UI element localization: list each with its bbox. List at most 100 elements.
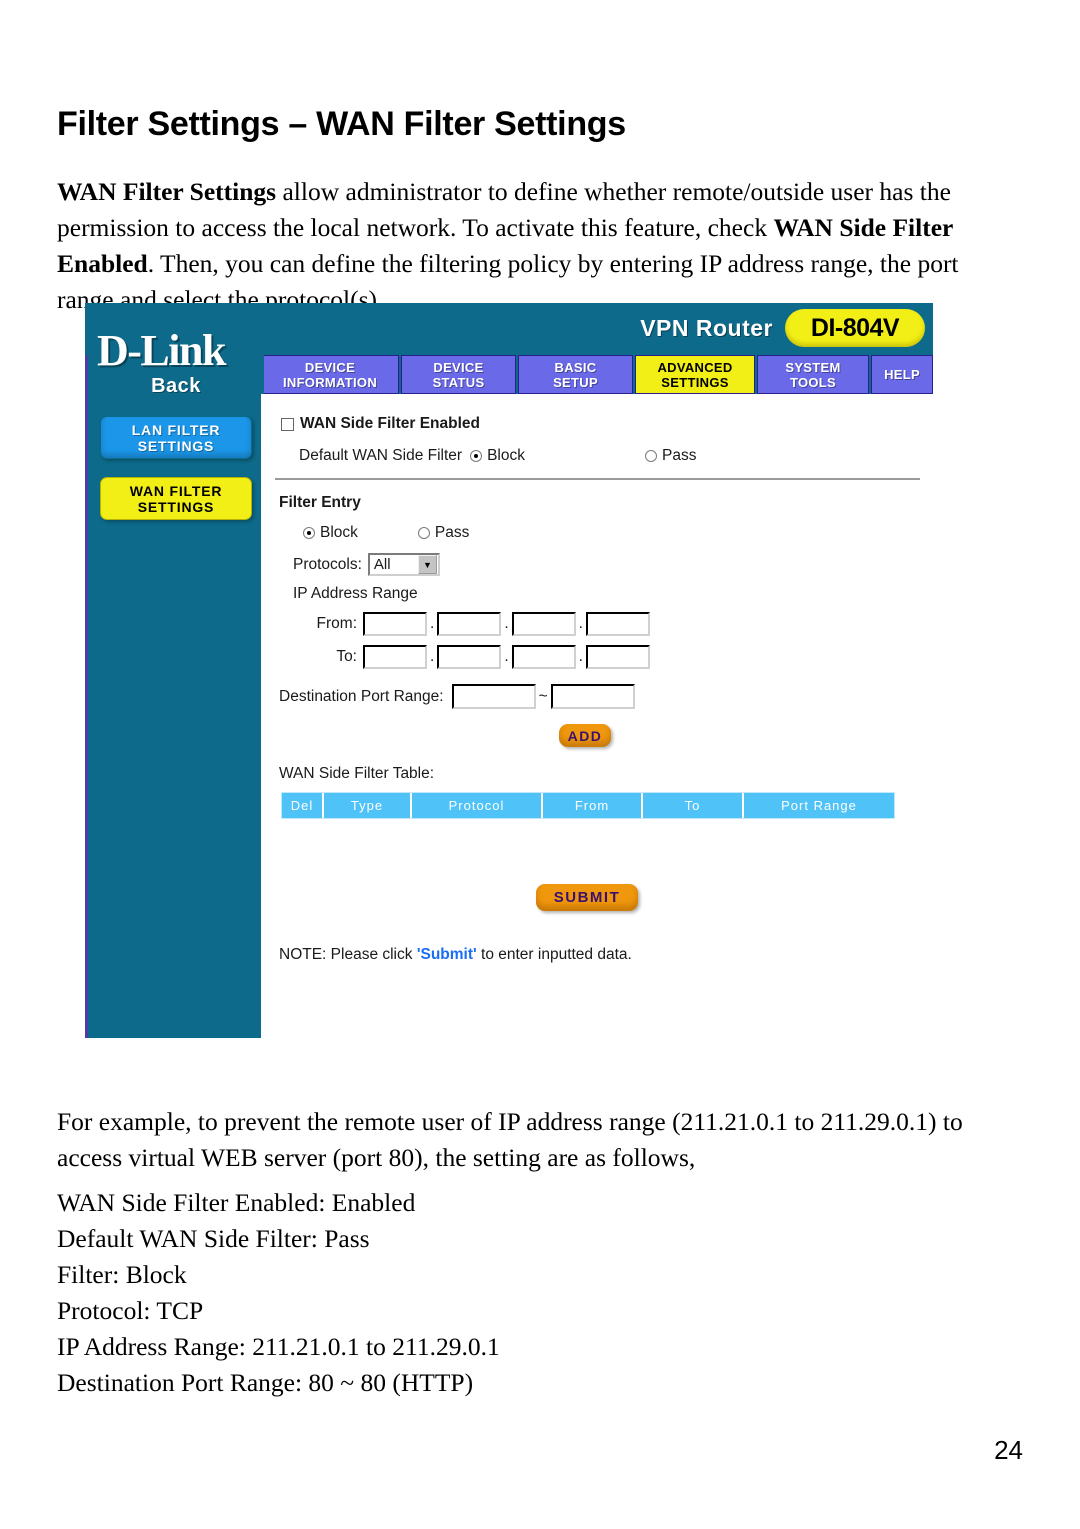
chevron-down-icon: ▼ bbox=[417, 555, 437, 574]
ip-from-dot-2: . bbox=[504, 615, 509, 632]
left-sidebar: Back LAN FILTER SETTINGS WAN FILTER SETT… bbox=[85, 355, 264, 1038]
main-navigation-bar: DEVICE INFORMATION DEVICE STATUS BASIC S… bbox=[261, 355, 933, 394]
table-header-protocol: Protocol bbox=[412, 793, 543, 818]
tab-device-information[interactable]: DEVICE INFORMATION bbox=[261, 355, 399, 394]
wan-side-filter-table-caption: WAN Side Filter Table: bbox=[279, 765, 435, 782]
port-range-separator: ~ bbox=[538, 687, 548, 705]
protocols-row: Protocols: All ▼ bbox=[293, 553, 440, 576]
port-range-to-input[interactable] bbox=[550, 684, 635, 709]
tab-device-status[interactable]: DEVICE STATUS bbox=[401, 355, 516, 394]
add-button[interactable]: ADD bbox=[559, 724, 611, 747]
tab-help-label: HELP bbox=[884, 367, 920, 382]
tab-system-tools-line2: TOOLS bbox=[789, 374, 837, 390]
ip-from-dot-3: . bbox=[578, 615, 583, 632]
ip-to-octet-1[interactable] bbox=[363, 645, 427, 669]
wan-side-filter-enabled-label: WAN Side Filter Enabled bbox=[300, 415, 480, 432]
example-paragraph: For example, to prevent the remote user … bbox=[57, 1106, 963, 1172]
table-header-from: From bbox=[543, 793, 643, 818]
entry-block-radio[interactable] bbox=[303, 527, 315, 539]
ip-to-row: To: . . . bbox=[303, 645, 650, 669]
product-type-label: VPN Router bbox=[640, 315, 773, 341]
ip-to-octet-3[interactable] bbox=[511, 645, 576, 669]
ip-to-dot-3: . bbox=[578, 648, 583, 665]
sidebar-item-wan-filter-settings[interactable]: WAN FILTER SETTINGS bbox=[100, 477, 252, 520]
sidebar-item-lan-filter-line1: LAN FILTER bbox=[131, 421, 221, 438]
intro-bold-term-1: WAN Filter Settings bbox=[57, 176, 277, 206]
submit-button[interactable]: SUBMIT bbox=[536, 884, 638, 911]
default-wan-side-filter-label: Default WAN Side Filter bbox=[299, 447, 463, 464]
protocols-select[interactable]: All ▼ bbox=[367, 553, 440, 576]
note-prefix: NOTE: Please click bbox=[279, 946, 417, 963]
table-header-to: To bbox=[643, 793, 744, 818]
protocols-label: Protocols: bbox=[293, 555, 362, 573]
page-number: 24 bbox=[994, 1435, 1023, 1465]
tab-device-status-line1: DEVICE bbox=[433, 359, 484, 375]
back-button[interactable]: Back bbox=[88, 375, 264, 398]
entry-block-label: Block bbox=[320, 524, 358, 541]
default-filter-block-label: Block bbox=[487, 447, 525, 464]
port-range-from-input[interactable] bbox=[451, 684, 536, 709]
sidebar-item-lan-filter-settings[interactable]: LAN FILTER SETTINGS bbox=[100, 416, 252, 459]
default-filter-pass-radio[interactable] bbox=[645, 450, 657, 462]
ip-to-octet-2[interactable] bbox=[437, 645, 502, 669]
summary-line-filter: Filter: Block bbox=[57, 1260, 187, 1289]
model-badge: DI-804V bbox=[785, 309, 925, 347]
ip-to-dot-2: . bbox=[504, 648, 509, 665]
settings-summary-list: WAN Side Filter Enabled: Enabled Default… bbox=[57, 1185, 757, 1401]
ip-to-dot-1: . bbox=[430, 648, 435, 665]
ip-from-octet-4[interactable] bbox=[585, 612, 650, 636]
summary-line-wan-side-filter-enabled: WAN Side Filter Enabled: Enabled bbox=[57, 1188, 416, 1217]
ip-address-range-label: IP Address Range bbox=[293, 585, 418, 602]
dlink-logo: D-Link bbox=[97, 326, 226, 375]
entry-pass-radio[interactable] bbox=[417, 527, 430, 539]
tab-basic-setup[interactable]: BASIC SETUP bbox=[518, 355, 633, 394]
submit-note: NOTE: Please click 'Submit' to enter inp… bbox=[279, 946, 632, 964]
table-header-port-range: Port Range bbox=[744, 793, 894, 818]
note-suffix: to enter inputted data. bbox=[476, 946, 632, 963]
tab-basic-setup-line2: SETUP bbox=[553, 374, 598, 390]
summary-line-destination-port-range: Destination Port Range: 80 ~ 80 (HTTP) bbox=[57, 1368, 474, 1397]
sidebar-item-wan-filter-line1: WAN FILTER bbox=[129, 482, 223, 499]
tab-system-tools[interactable]: SYSTEM TOOLS bbox=[757, 355, 869, 394]
settings-content-pane: WAN Side Filter Enabled Default WAN Side… bbox=[261, 394, 933, 1038]
ip-from-octet-2[interactable] bbox=[437, 612, 502, 636]
ip-from-octet-1[interactable] bbox=[363, 612, 427, 636]
default-filter-pass-label: Pass bbox=[662, 447, 697, 464]
wan-side-filter-enabled-row: WAN Side Filter Enabled bbox=[281, 415, 480, 433]
tab-advanced-settings[interactable]: ADVANCED SETTINGS bbox=[635, 355, 755, 394]
wan-side-filter-enabled-checkbox[interactable] bbox=[281, 417, 294, 431]
section-divider bbox=[275, 478, 920, 480]
ip-from-row: From: . . . bbox=[303, 612, 650, 636]
note-highlight: 'Submit' bbox=[416, 946, 477, 963]
ip-to-label: To: bbox=[336, 648, 357, 665]
summary-line-protocol: Protocol: TCP bbox=[57, 1296, 204, 1325]
destination-port-range-label: Destination Port Range: bbox=[279, 687, 444, 705]
table-header-type: Type bbox=[324, 793, 412, 818]
tab-advanced-settings-line1: ADVANCED bbox=[657, 359, 733, 375]
summary-line-ip-address-range: IP Address Range: 211.21.0.1 to 211.29.0… bbox=[57, 1332, 500, 1361]
default-filter-block-radio[interactable] bbox=[470, 450, 483, 462]
tab-help[interactable]: HELP bbox=[871, 355, 933, 394]
default-wan-side-filter-row: Default WAN Side Filter Block Pass bbox=[299, 447, 919, 465]
tab-system-tools-line1: SYSTEM bbox=[785, 359, 841, 375]
ip-from-octet-3[interactable] bbox=[511, 612, 576, 636]
protocols-selected-value: All bbox=[373, 556, 391, 573]
ip-to-octet-4[interactable] bbox=[585, 645, 650, 669]
sidebar-item-lan-filter-line2: SETTINGS bbox=[137, 437, 215, 454]
tab-device-status-line2: STATUS bbox=[432, 374, 485, 390]
tab-device-information-line2: INFORMATION bbox=[282, 374, 378, 390]
intro-paragraph: WAN Filter Settings allow administrator … bbox=[57, 174, 1017, 318]
tab-advanced-settings-line2: SETTINGS bbox=[661, 374, 729, 390]
destination-port-range-row: Destination Port Range: ~ bbox=[279, 684, 635, 709]
summary-line-default-wan-side-filter: Default WAN Side Filter: Pass bbox=[57, 1224, 370, 1253]
sidebar-item-wan-filter-line2: SETTINGS bbox=[137, 498, 215, 515]
page-title: Filter Settings – WAN Filter Settings bbox=[57, 104, 626, 143]
tab-basic-setup-line1: BASIC bbox=[554, 359, 597, 375]
wan-side-filter-table: Del Type Protocol From To Port Range bbox=[281, 792, 895, 819]
router-admin-screenshot: VPN Router DI-804V D-Link DEVICE INFORMA… bbox=[85, 303, 933, 1038]
ip-from-dot-1: . bbox=[430, 615, 435, 632]
filter-entry-heading: Filter Entry bbox=[279, 494, 361, 511]
entry-pass-label: Pass bbox=[434, 524, 470, 541]
table-header-del: Del bbox=[282, 793, 324, 818]
filter-entry-type-row: Block Pass bbox=[303, 524, 469, 542]
